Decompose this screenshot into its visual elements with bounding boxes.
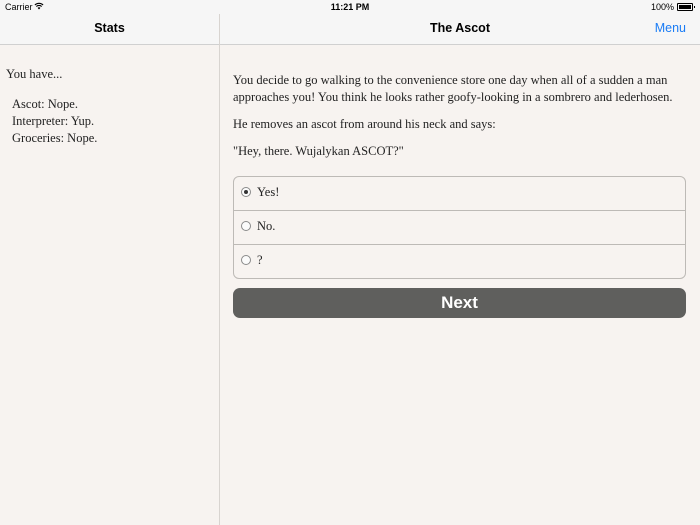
battery-icon — [677, 3, 695, 11]
battery-fill — [679, 5, 691, 9]
stats-sidebar: Stats You have... Ascot: Nope. Interpret… — [0, 0, 220, 525]
story-paragraph: You decide to go walking to the convenie… — [233, 73, 673, 104]
choice-label: No. — [257, 219, 276, 233]
status-bar: Carrier 11:21 PM 100% — [0, 0, 700, 14]
choice-list: Yes! No. ? — [233, 176, 686, 279]
stats-heading: You have... — [6, 67, 63, 81]
story-paragraph: "Hey, there. Wujalykan ASCOT?" — [233, 144, 404, 158]
page-title: The Ascot — [430, 21, 490, 35]
choice-yes[interactable]: Yes! — [234, 177, 685, 211]
story-paragraph: He removes an ascot from around his neck… — [233, 117, 496, 131]
menu-button[interactable]: Menu — [655, 21, 686, 35]
sidebar-navbar: Stats — [0, 14, 219, 45]
status-time: 11:21 PM — [330, 2, 370, 12]
story-panel: The Ascot Menu You decide to go walking … — [220, 0, 700, 525]
stat-item-interpreter: Interpreter: Yup. — [12, 114, 95, 128]
choice-label: ? — [257, 253, 263, 267]
choice-label: Yes! — [257, 185, 280, 199]
choice-no[interactable]: No. — [234, 211, 685, 245]
choice-question[interactable]: ? — [234, 245, 685, 278]
sidebar-title: Stats — [94, 21, 125, 35]
main-navbar: The Ascot Menu — [220, 14, 700, 45]
stat-item-groceries: Groceries: Nope. — [12, 131, 98, 145]
radio-unselected-icon[interactable] — [241, 221, 251, 231]
radio-unselected-icon[interactable] — [241, 255, 251, 265]
radio-selected-icon[interactable] — [241, 187, 251, 197]
battery-percent: 100% — [650, 2, 674, 12]
stat-item-ascot: Ascot: Nope. — [12, 97, 78, 111]
stats-list: Ascot: Nope. Interpreter: Yup. Groceries… — [12, 96, 97, 147]
next-button[interactable]: Next — [233, 288, 686, 318]
story-text: You decide to go walking to the convenie… — [233, 72, 688, 170]
